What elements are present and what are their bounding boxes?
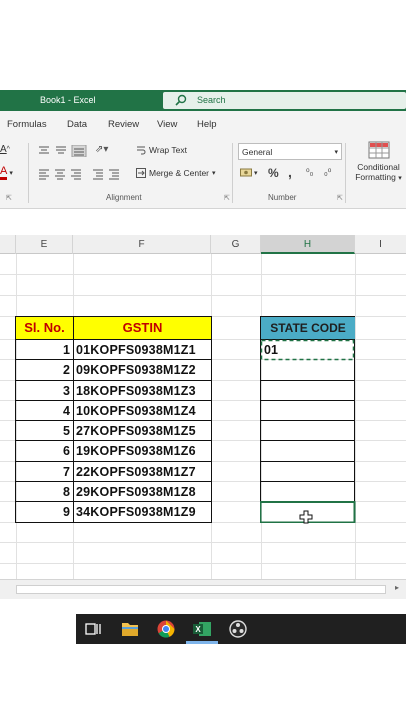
window-title: Book1 - Excel (40, 95, 96, 105)
ribbon: A ^ A ▾ ⇱ ⇗▾ Wrap Text Merge & Center ▾ Al… (0, 139, 406, 209)
grid-line (0, 295, 406, 296)
scroll-right-icon[interactable]: ▸ (395, 583, 399, 592)
alignment-launcher-icon[interactable]: ⇱ (224, 194, 230, 202)
worksheet-grid[interactable]: Sl. No. GSTIN 1 01KOPFS0938M1Z1 2 09KOPF… (0, 254, 406, 579)
comma-style-button[interactable]: , (288, 164, 292, 180)
number-format-select[interactable]: General ▾ (238, 143, 342, 160)
wrap-text-icon (137, 146, 146, 155)
separator (345, 143, 346, 203)
tab-view[interactable]: View (157, 119, 177, 130)
font-launcher-icon[interactable]: ⇱ (6, 194, 12, 202)
currency-icon (240, 168, 252, 177)
formula-bar-area (0, 209, 406, 235)
percent-style-button[interactable]: % (268, 166, 279, 180)
search-placeholder: Search (197, 95, 226, 105)
cell-gstin[interactable]: 10KOPFS0938M1Z4 (74, 401, 211, 421)
column-header-e[interactable]: E (16, 235, 73, 254)
svg-text:X: X (195, 625, 201, 634)
cell-sl-no[interactable]: 5 (16, 421, 73, 441)
font-color-button[interactable]: A ▾ (0, 166, 13, 180)
cell-sl-no[interactable]: 9 (16, 502, 73, 522)
horizontal-scrollbar[interactable]: ▸ (0, 579, 406, 599)
ribbon-tabs: Formulas Data Review View Help (0, 111, 406, 139)
cell-gstin[interactable]: 34KOPFS0938M1Z9 (74, 502, 211, 522)
obs-icon[interactable] (227, 619, 249, 639)
search-icon (175, 94, 187, 106)
cell-gstin[interactable]: 09KOPFS0938M1Z2 (74, 360, 211, 380)
header-gstin[interactable]: GSTIN (74, 317, 211, 339)
column-header-h[interactable]: H (261, 235, 355, 254)
column-header-g[interactable]: G (211, 235, 261, 254)
column-header-f[interactable]: F (73, 235, 211, 254)
increase-decimal-button[interactable]: ⁰₀ (306, 167, 313, 178)
column-headers: E F G H I (0, 235, 406, 254)
number-launcher-icon[interactable]: ⇱ (337, 194, 343, 202)
merge-icon (136, 168, 146, 178)
orientation-icon[interactable]: ⇗▾ (95, 144, 108, 155)
cell-gstin[interactable]: 27KOPFS0938M1Z5 (74, 421, 211, 441)
font-size-icon[interactable]: A ^ (0, 144, 10, 155)
conditional-formatting-icon (368, 141, 389, 159)
cell-gstin[interactable]: 18KOPFS0938M1Z3 (74, 381, 211, 401)
cell-cursor-icon (299, 510, 313, 524)
decrease-decimal-button[interactable]: ₀⁰ (324, 167, 331, 178)
cell-gstin[interactable]: 22KOPFS0938M1Z7 (74, 462, 211, 482)
cell-sl-no[interactable]: 1 (16, 340, 73, 360)
windows-taskbar: X (76, 614, 406, 644)
grid-line (0, 563, 406, 564)
cell-gstin[interactable]: 29KOPFS0938M1Z8 (74, 482, 211, 502)
merge-center-button[interactable]: Merge & Center ▾ (136, 168, 216, 178)
vertical-align-icons[interactable] (38, 145, 88, 157)
column-header-i[interactable]: I (355, 235, 406, 254)
wrap-text-button[interactable]: Wrap Text (136, 145, 187, 155)
alignment-group-label: Alignment (106, 193, 142, 202)
cell-sl-no[interactable]: 2 (16, 360, 73, 380)
grid-line (0, 542, 406, 543)
separator (28, 143, 29, 203)
cell-sl-no[interactable]: 7 (16, 462, 73, 482)
column-header-partial[interactable] (0, 235, 16, 254)
chrome-icon[interactable] (155, 619, 177, 639)
cell-sl-no[interactable]: 3 (16, 381, 73, 401)
cell-gstin[interactable]: 01KOPFS0938M1Z1 (74, 340, 211, 360)
header-state-code[interactable]: STATE CODE (261, 317, 355, 339)
title-bar: Book1 - Excel Search (0, 90, 406, 111)
active-app-indicator (186, 641, 218, 644)
cell-sl-no[interactable]: 8 (16, 482, 73, 502)
cell-gstin[interactable]: 19KOPFS0938M1Z6 (74, 441, 211, 461)
cell-sl-no[interactable]: 4 (16, 401, 73, 421)
accounting-format-button[interactable]: ▾ (240, 168, 258, 178)
grid-line (0, 274, 406, 275)
excel-icon[interactable]: X (191, 619, 213, 639)
tab-data[interactable]: Data (67, 119, 87, 130)
cell-state-code[interactable]: 01 (264, 340, 352, 360)
scrollbar-thumb[interactable] (16, 585, 386, 594)
search-box[interactable]: Search (163, 92, 406, 109)
cell-sl-no[interactable]: 6 (16, 441, 73, 461)
separator (232, 143, 233, 203)
conditional-formatting-button[interactable]: Conditional Formatting ▾ (351, 141, 406, 182)
file-explorer-icon[interactable] (119, 619, 141, 639)
horizontal-align-icons[interactable] (38, 168, 120, 180)
chevron-down-icon: ▾ (334, 148, 338, 156)
tab-formulas[interactable]: Formulas (7, 119, 47, 130)
task-view-icon[interactable] (82, 619, 104, 639)
tab-review[interactable]: Review (108, 119, 139, 130)
tab-help[interactable]: Help (197, 119, 217, 130)
number-group-label: Number (268, 193, 297, 202)
header-sl-no[interactable]: Sl. No. (16, 317, 73, 339)
